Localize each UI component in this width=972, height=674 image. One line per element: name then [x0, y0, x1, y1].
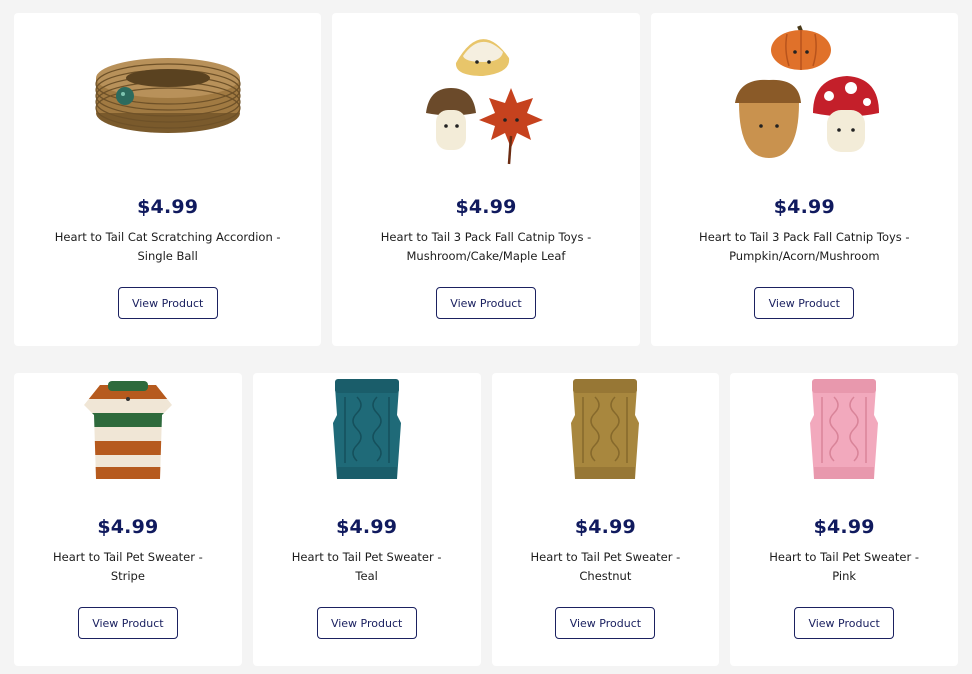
product-price: $4.99 [97, 516, 159, 538]
product-image[interactable] [332, 13, 639, 173]
product-name[interactable]: Heart to Tail 3 Pack Fall Catnip Toys - … [358, 228, 613, 266]
view-product-button[interactable]: View Product [316, 607, 417, 639]
product-name[interactable]: Heart to Tail Pet Sweater - Stripe [40, 548, 216, 586]
product-price: $4.99 [813, 516, 875, 538]
chestnut-sweater-image [571, 379, 640, 479]
product-card: $4.99 Heart to Tail Pet Sweater - Teal V… [252, 373, 481, 666]
product-name[interactable]: Heart to Tail Cat Scratching Accordion -… [40, 228, 295, 266]
product-name[interactable]: Heart to Tail Pet Sweater - Chestnut [518, 548, 694, 586]
product-image[interactable] [492, 373, 720, 487]
cat-scratching-accordion-image [95, 58, 241, 133]
product-image[interactable] [253, 373, 481, 487]
stripe-sweater-image [83, 381, 172, 479]
product-name[interactable]: Heart to Tail 3 Pack Fall Catnip Toys - … [677, 228, 932, 266]
product-name[interactable]: Heart to Tail Pet Sweater - Pink [756, 548, 932, 586]
product-price: $4.99 [336, 516, 398, 538]
view-product-button[interactable]: View Product [435, 287, 536, 319]
product-row-2: $4.99 Heart to Tail Pet Sweater - Stripe… [14, 373, 958, 666]
product-price: $4.99 [455, 196, 517, 218]
pink-sweater-image [810, 379, 879, 479]
product-image[interactable] [651, 13, 958, 173]
product-name[interactable]: Heart to Tail Pet Sweater - Teal [279, 548, 455, 586]
product-price: $4.99 [137, 196, 199, 218]
view-product-button[interactable]: View Product [754, 287, 855, 319]
product-card: $4.99 Heart to Tail 3 Pack Fall Catnip T… [332, 13, 640, 346]
view-product-button[interactable]: View Product [555, 607, 656, 639]
fall-catnip-toys-mushroom-cake-maple-leaf-image [425, 39, 543, 165]
view-product-button[interactable]: View Product [794, 607, 895, 639]
product-card: $4.99 Heart to Tail Pet Sweater - Pink V… [730, 373, 958, 666]
product-price: $4.99 [773, 196, 835, 218]
product-price: $4.99 [574, 516, 636, 538]
product-card: $4.99 Heart to Tail 3 Pack Fall Catnip T… [650, 13, 958, 346]
product-image[interactable] [730, 373, 958, 487]
product-row-1: $4.99 Heart to Tail Cat Scratching Accor… [14, 13, 958, 346]
fall-catnip-toys-pumpkin-acorn-mushroom-image [735, 25, 880, 158]
product-card: $4.99 Heart to Tail Pet Sweater - Chestn… [491, 373, 720, 666]
view-product-button[interactable]: View Product [77, 607, 178, 639]
product-card: $4.99 Heart to Tail Cat Scratching Accor… [14, 13, 322, 346]
product-image[interactable] [14, 13, 321, 173]
product-image[interactable] [14, 373, 242, 487]
view-product-button[interactable]: View Product [117, 287, 218, 319]
product-card: $4.99 Heart to Tail Pet Sweater - Stripe… [14, 373, 242, 666]
teal-sweater-image [332, 379, 401, 479]
